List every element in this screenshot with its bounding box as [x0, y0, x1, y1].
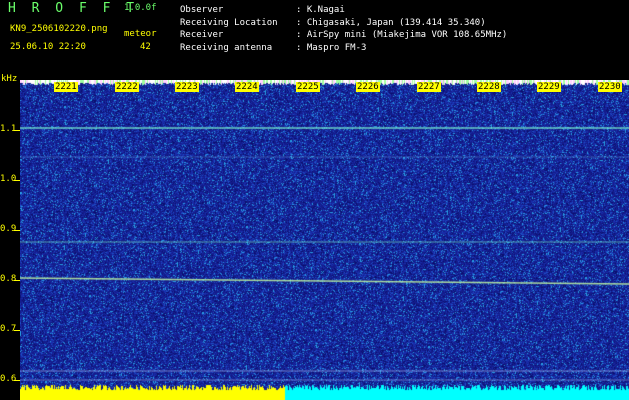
y-tick-label: 1.1: [0, 124, 17, 134]
datetime-label: 25.06.10 22:20: [10, 42, 86, 52]
info-label-receiver: Receiver: [180, 30, 224, 40]
spectrogram-waterfall: 2221 2222 2223 2224 2225 2226 2227 2228 …: [20, 80, 629, 400]
time-tick-label: 2221: [54, 82, 78, 92]
info-labels: Observer Receiving Location Receiver Rec…: [180, 4, 278, 54]
y-tick-label: 0.6: [0, 374, 17, 384]
time-tick-label: 2224: [235, 82, 259, 92]
count-label: 42: [140, 42, 151, 52]
time-tick-label: 2223: [175, 82, 199, 92]
version-label: 1.0.0f: [124, 3, 157, 13]
y-tick-label: 0.7: [0, 324, 17, 334]
y-tick-label: 0.8: [0, 274, 17, 284]
time-tick-label: 2225: [296, 82, 320, 92]
y-axis-unit: kHz: [1, 74, 18, 84]
info-value-location: : Chigasaki, Japan (139.414 35.340): [296, 17, 486, 28]
app-title: H R O F F T: [8, 1, 139, 16]
mode-label: meteor: [124, 29, 157, 39]
time-tick-label: 2227: [417, 82, 441, 92]
info-label-location: Receiving Location: [180, 17, 278, 28]
y-tick-label: 0.9: [0, 224, 17, 234]
time-tick-label: 2228: [477, 82, 501, 92]
filename-label: KN9_2506102220.png: [10, 24, 108, 34]
info-value-antenna: : Maspro FM-3: [296, 42, 367, 53]
info-label-antenna: Receiving antenna: [180, 42, 273, 53]
time-tick-label: 2230: [598, 82, 622, 92]
info-value-observer: : K.Nagai: [296, 5, 345, 15]
info-value-receiver: : AirSpy mini (Miakejima VOR 108.65MHz): [296, 30, 508, 40]
time-tick-label: 2226: [356, 82, 380, 92]
time-tick-label: 2229: [537, 82, 561, 92]
time-tick-label: 2222: [115, 82, 139, 92]
y-tick-label: 1.0: [0, 174, 17, 184]
spectrogram-canvas: [20, 80, 629, 400]
info-values: : K.Nagai : Chigasaki, Japan (139.414 35…: [296, 4, 507, 54]
info-label-observer: Observer: [180, 5, 224, 15]
